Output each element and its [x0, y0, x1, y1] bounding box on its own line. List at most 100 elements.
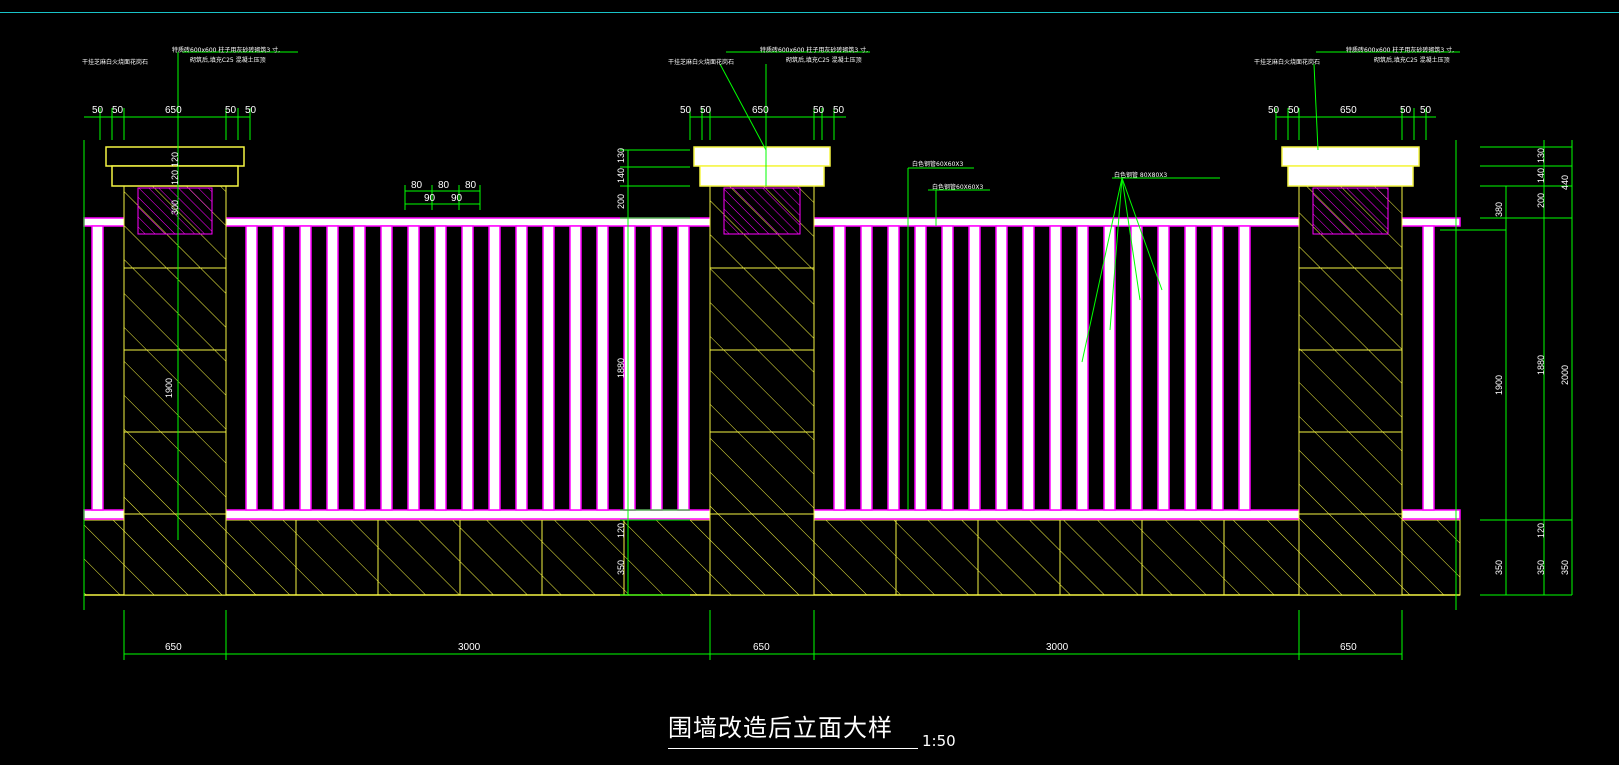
fence-bar [1103, 225, 1116, 511]
dim-bottom-p3: 650 [1340, 642, 1357, 653]
fence-bar [542, 225, 555, 511]
dim-left-cap: 120 [170, 152, 180, 167]
dim-left-panel: 300 [170, 200, 180, 215]
pillar-cap-bottom [1287, 165, 1414, 187]
fence-bar [434, 225, 447, 511]
note-left-c: 砌筑后,填充C25 混凝土压顶 [190, 56, 266, 64]
fence-bar [461, 225, 474, 511]
fence-bar [968, 225, 981, 511]
fence-bar [407, 225, 420, 511]
dim-bar-d: 90 [424, 193, 436, 204]
fence-bar [914, 225, 927, 511]
dim-left-height: 1900 [164, 378, 174, 398]
pillar-hatch [709, 185, 815, 596]
dim-right-c: 200 [1536, 193, 1546, 208]
note-bars: 白色钢管 80X80X3 [1114, 171, 1167, 179]
pillar-cap-top [1281, 146, 1420, 167]
fence-bar [1238, 225, 1251, 511]
fence-bar [1184, 225, 1197, 511]
dim-top-m3: 650 [752, 105, 769, 116]
dim-top-m1: 50 [680, 105, 692, 116]
fence-bar [569, 225, 582, 511]
note-top-rail: 白色钢管60X60X3 [912, 160, 963, 168]
dim-right-h2: 1880 [1536, 355, 1546, 375]
dim-right-p2: 350 [1536, 560, 1546, 575]
dim-mid-height: 1880 [616, 358, 626, 378]
dim-right-d: 380 [1494, 202, 1504, 217]
pillar-hatch [123, 185, 227, 596]
dim-mid-base: 120 [616, 523, 626, 538]
fence-bar [887, 225, 900, 511]
dim-bottom-s2: 3000 [1046, 642, 1069, 653]
dim-right-a: 130 [1536, 148, 1546, 163]
note-mid-a: 干挂芝麻白火烧面花岗石 [668, 58, 734, 66]
fence-bar [833, 225, 846, 511]
fence-bar [353, 225, 366, 511]
dim-bottom-p1: 650 [165, 642, 182, 653]
dim-bottom-p2: 650 [753, 642, 770, 653]
dim-bar-a: 80 [411, 180, 423, 191]
dim-mid-plinth: 350 [616, 560, 626, 575]
pillar-hatch [1298, 185, 1403, 596]
dim-mid-c: 200 [616, 194, 626, 209]
dim-bar-c: 80 [465, 180, 477, 191]
dim-right-e: 440 [1560, 175, 1570, 190]
pillar-right [1281, 146, 1420, 596]
dim-right-b: 140 [1536, 168, 1546, 183]
dim-top-r4: 50 [1400, 105, 1412, 116]
pillar-panel [1312, 187, 1389, 235]
note-right-a: 干挂芝麻白火烧面花岗石 [1254, 58, 1320, 66]
pillar-middle [693, 146, 831, 596]
note-mid-b: 特质砖600x600 柱子用灰砂砖砌筑3 寸, [760, 46, 868, 54]
dim-right-h3: 2000 [1560, 365, 1570, 385]
dim-left-cap2: 120 [170, 170, 180, 185]
dim-top-r2: 50 [1288, 105, 1300, 116]
dim-top-m4: 50 [813, 105, 825, 116]
fence-bar [860, 225, 873, 511]
fence-bar [488, 225, 501, 511]
elevation-drawing: 50 50 650 50 50 50 50 650 50 50 50 50 65… [82, 46, 1573, 660]
dim-top-l3: 650 [165, 105, 182, 116]
pillar-cap-bottom [699, 165, 825, 187]
fence-bar [1130, 225, 1143, 511]
title-underline [668, 748, 918, 749]
dim-bottom-s1: 3000 [458, 642, 481, 653]
pillar-panel [723, 187, 801, 235]
fence-bar [272, 225, 285, 511]
fence-bar [677, 225, 690, 511]
dim-top-l5: 50 [245, 105, 257, 116]
fence-bar [1022, 225, 1035, 511]
dim-bar-b: 80 [438, 180, 450, 191]
note-right-c: 砌筑后,填充C25 混凝土压顶 [1374, 56, 1450, 64]
fence-bar [1211, 225, 1224, 511]
dim-bar-e: 90 [451, 193, 463, 204]
fence-bar [515, 225, 528, 511]
fence-bar [1076, 225, 1089, 511]
fence-bar [380, 225, 393, 511]
fence-bar [245, 225, 258, 511]
note-left-a: 干挂芝麻白火烧面花岗石 [82, 58, 148, 66]
fence-bar [1157, 225, 1170, 511]
dim-mid-a: 130 [616, 148, 626, 163]
fence-bar [91, 225, 104, 511]
dim-top-l4: 50 [225, 105, 237, 116]
fence-bar [995, 225, 1008, 511]
drawing-title: 围墙改造后立面大样 [668, 714, 893, 742]
note-top-rail-2: 白色钢管60X60X3 [932, 183, 983, 191]
dim-top-m5: 50 [833, 105, 845, 116]
dim-top-r3: 650 [1340, 105, 1357, 116]
dim-top-r5: 50 [1420, 105, 1432, 116]
fence-bar [650, 225, 663, 511]
fence-bar [941, 225, 954, 511]
dim-top-l1: 50 [92, 105, 104, 116]
dim-top-l2: 50 [112, 105, 124, 116]
dim-right-p3: 350 [1560, 560, 1570, 575]
dim-right-h1: 1900 [1494, 375, 1504, 395]
fence-bar [326, 225, 339, 511]
dim-right-p1: 350 [1494, 560, 1504, 575]
fence-bar [1422, 225, 1435, 511]
dim-top-m2: 50 [700, 105, 712, 116]
dim-line [1313, 63, 1319, 151]
fence-bar [596, 225, 609, 511]
dim-top-r1: 50 [1268, 105, 1280, 116]
